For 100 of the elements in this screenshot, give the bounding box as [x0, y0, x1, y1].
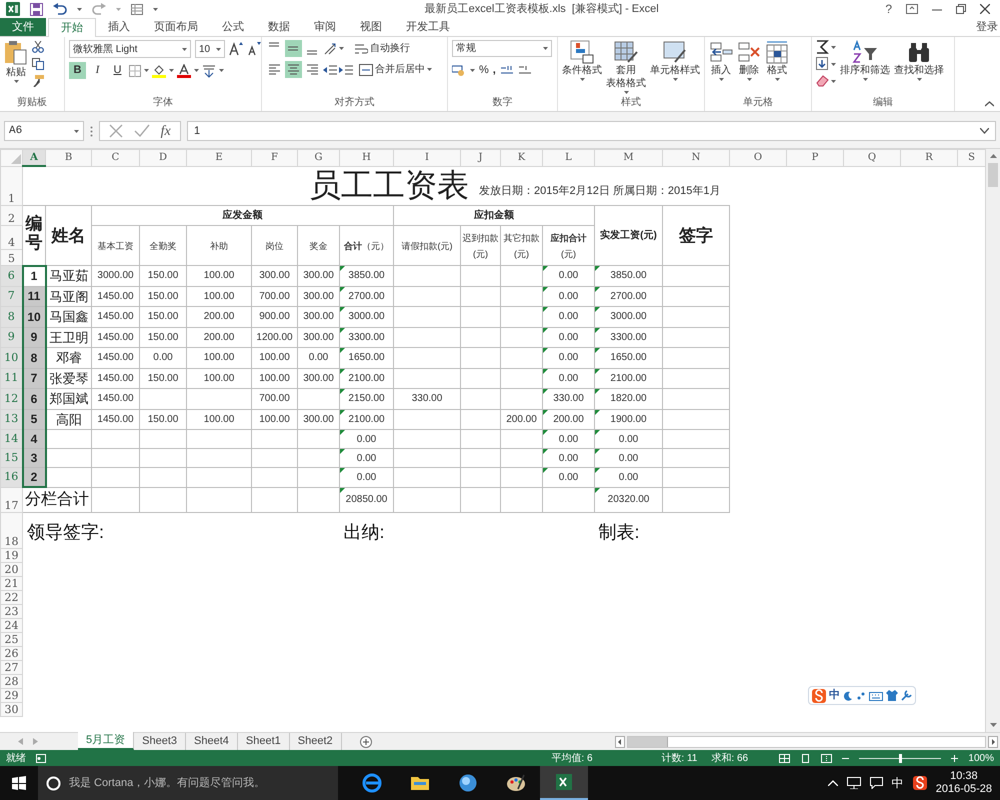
caret-icon[interactable]	[219, 69, 224, 72]
sogou-tray-icon[interactable]	[912, 776, 927, 790]
cells-command-button[interactable]: 删除	[739, 65, 759, 77]
row-header[interactable]: 5	[0, 250, 22, 266]
cut-icon[interactable]	[32, 41, 44, 53]
currency-icon[interactable]	[452, 64, 466, 76]
restore-icon[interactable]	[956, 4, 966, 14]
row-header[interactable]: 9	[0, 327, 22, 348]
sum-icon[interactable]	[816, 40, 829, 54]
fill-icon[interactable]	[816, 57, 829, 71]
close-icon[interactable]	[980, 4, 990, 14]
cells-command-button[interactable]: 插入	[711, 65, 731, 77]
sign-in-link[interactable]: 登录	[976, 18, 1000, 36]
excel-logo-icon[interactable]	[6, 2, 20, 16]
page-layout-icon[interactable]	[800, 754, 812, 762]
row-header[interactable]: 25	[0, 632, 22, 646]
column-header[interactable]: L	[542, 150, 594, 166]
caret-icon[interactable]	[774, 78, 780, 81]
caret-icon[interactable]	[470, 68, 475, 72]
browser-icon[interactable]	[362, 773, 382, 793]
expand-icon[interactable]	[980, 128, 989, 134]
collapse-ribbon-icon[interactable]	[985, 101, 994, 107]
merge-center-button[interactable]: 合并后居中	[375, 62, 425, 77]
undo-icon[interactable]	[53, 3, 67, 15]
ribbon-tab[interactable]: 开发工具	[394, 18, 462, 36]
orientation-icon[interactable]	[323, 42, 337, 56]
insert-cells-icon[interactable]	[709, 40, 733, 64]
table-style-icon[interactable]	[614, 40, 638, 64]
cell-style-icon[interactable]	[663, 40, 687, 64]
format-painter-icon[interactable]	[32, 75, 44, 87]
add-sheet-icon[interactable]	[360, 736, 372, 748]
grow-font-icon[interactable]	[229, 42, 243, 56]
zoom-level[interactable]: 100%	[968, 750, 994, 766]
caret-icon[interactable]	[862, 78, 868, 81]
align-middle-icon[interactable]	[285, 40, 302, 57]
caret-icon[interactable]	[153, 8, 158, 10]
copy-icon[interactable]	[32, 58, 44, 70]
caret-icon[interactable]	[77, 8, 82, 10]
help-button[interactable]: ?	[885, 0, 892, 18]
row-header[interactable]: 28	[0, 674, 22, 688]
save-icon[interactable]	[30, 2, 43, 16]
formula-input[interactable]: 1	[187, 121, 996, 141]
caret-icon[interactable]	[718, 78, 724, 81]
row-header[interactable]: 23	[0, 604, 22, 618]
column-header[interactable]: O	[730, 150, 786, 166]
column-header[interactable]: H	[340, 150, 394, 166]
insert-function-button[interactable]: fx	[160, 120, 171, 142]
underline-button[interactable]: U	[109, 62, 126, 79]
align-center-icon[interactable]	[285, 61, 302, 78]
column-header[interactable]: K	[500, 150, 542, 166]
binoculars-icon[interactable]	[907, 40, 931, 64]
name-box[interactable]: A6	[4, 121, 84, 141]
caret-icon[interactable]	[427, 68, 432, 71]
scroll-right-icon[interactable]	[988, 736, 998, 748]
ribbon-tab[interactable]: 插入	[96, 18, 142, 36]
caret-icon[interactable]	[672, 78, 678, 81]
keyboard-icon[interactable]	[869, 690, 883, 700]
caret-icon[interactable]	[194, 69, 199, 72]
caret-icon[interactable]	[624, 91, 628, 94]
globe-icon[interactable]	[458, 773, 478, 793]
shrink-font-icon[interactable]	[247, 42, 261, 56]
row-header[interactable]: 11	[0, 368, 22, 388]
column-header[interactable]: Q	[844, 150, 900, 166]
row-header[interactable]: 1	[0, 166, 22, 206]
column-header[interactable]: F	[252, 150, 298, 166]
number-format-field[interactable]: 常规	[452, 40, 552, 57]
sort-filter-icon[interactable]	[852, 40, 878, 64]
conditional-format-icon[interactable]	[570, 40, 594, 64]
notification-icon[interactable]	[870, 777, 883, 789]
windows-start-icon[interactable]	[12, 776, 26, 790]
column-header[interactable]: G	[298, 150, 340, 166]
column-header[interactable]: E	[186, 150, 252, 166]
decrease-indent-icon[interactable]	[323, 64, 337, 76]
column-header[interactable]: J	[460, 150, 500, 166]
row-header[interactable]: 12	[0, 388, 22, 409]
paint-palette-icon[interactable]	[506, 773, 526, 793]
row-header[interactable]: 27	[0, 660, 22, 674]
row-header[interactable]: 14	[0, 430, 22, 448]
ime-mode[interactable]: 中	[829, 687, 840, 704]
column-header[interactable]: S	[958, 150, 985, 166]
caret-icon[interactable]	[169, 69, 174, 72]
row-header[interactable]: 10	[0, 348, 22, 368]
tools-icon[interactable]	[901, 690, 912, 701]
ime-indicator[interactable]: 中	[892, 774, 904, 792]
row-header[interactable]: 24	[0, 618, 22, 632]
caret-icon[interactable]	[14, 80, 18, 83]
column-header[interactable]: M	[594, 150, 662, 166]
caret-icon[interactable]	[182, 48, 187, 50]
caret-icon[interactable]	[831, 46, 836, 48]
font-color-icon[interactable]	[177, 64, 191, 78]
bold-button[interactable]: B	[69, 62, 86, 79]
row-header[interactable]: 6	[0, 266, 22, 286]
file-tab[interactable]: 文件	[0, 18, 46, 36]
eraser-icon[interactable]	[816, 74, 829, 88]
ime-toolbar[interactable]: 中	[808, 686, 916, 705]
caret-icon[interactable]	[580, 78, 584, 81]
caret-icon[interactable]	[746, 78, 752, 81]
cell-styles-button[interactable]: 单元格样式	[650, 65, 700, 77]
format-table-button-line[interactable]: 表格格式	[606, 78, 646, 90]
row-header[interactable]: 22	[0, 590, 22, 604]
